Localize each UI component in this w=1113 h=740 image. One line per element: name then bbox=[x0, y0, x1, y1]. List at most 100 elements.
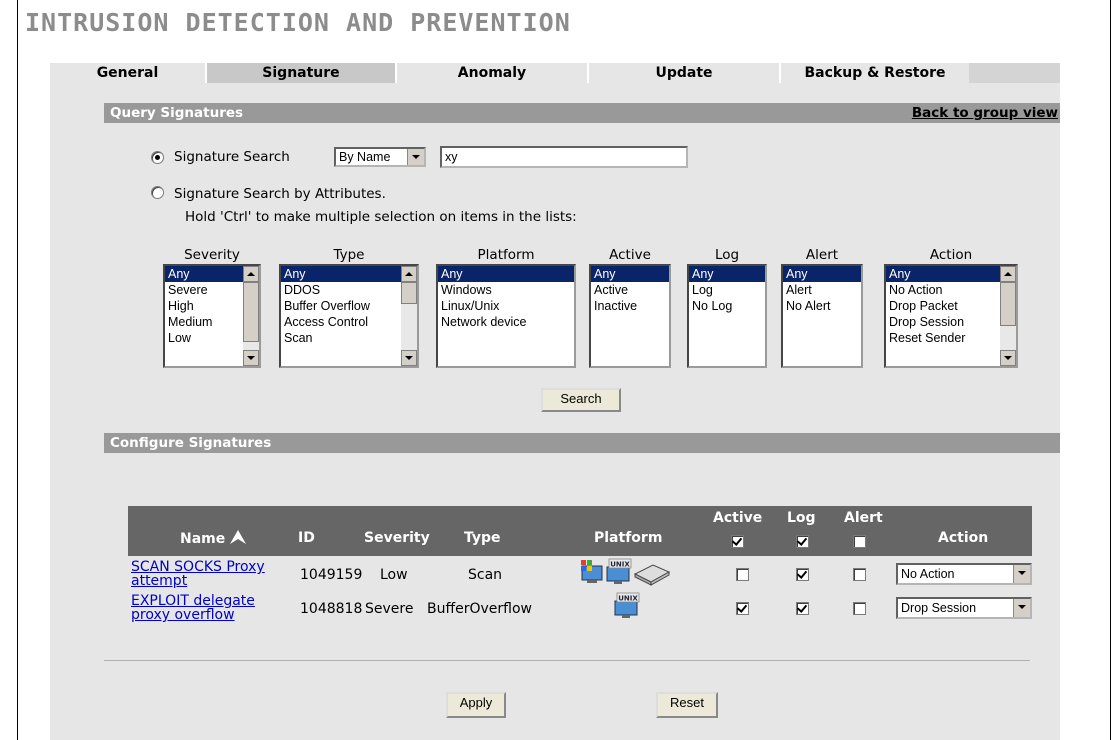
list-option[interactable]: Network device bbox=[438, 314, 574, 330]
scroll-down-icon[interactable] bbox=[1000, 350, 1016, 366]
list-option[interactable]: Any bbox=[783, 266, 861, 282]
list-option[interactable]: Linux/Unix bbox=[438, 298, 574, 314]
column-header-name-label: Name bbox=[180, 531, 226, 547]
alert-checkbox[interactable] bbox=[853, 568, 866, 581]
scrollbar[interactable] bbox=[243, 266, 259, 366]
list-option[interactable]: Reset Sender bbox=[886, 330, 1016, 346]
scrollbar[interactable] bbox=[1000, 266, 1016, 366]
page-title: INTRUSION DETECTION AND PREVENTION bbox=[25, 8, 571, 37]
action-listbox[interactable]: Any No Action Drop Packet Drop Session R… bbox=[884, 264, 1018, 368]
scroll-thumb[interactable] bbox=[401, 282, 417, 304]
log-listbox[interactable]: Any Log No Log bbox=[687, 264, 767, 368]
search-input[interactable]: xy bbox=[440, 146, 688, 168]
log-all-checkbox[interactable] bbox=[796, 535, 809, 548]
list-option[interactable]: No Log bbox=[689, 298, 765, 314]
network-device-icon bbox=[633, 564, 671, 586]
signature-id: 1048818 bbox=[300, 601, 363, 617]
search-mode-select[interactable]: By Name bbox=[334, 147, 426, 167]
action-select[interactable]: No Action bbox=[896, 563, 1032, 585]
tab-general[interactable]: General bbox=[50, 63, 205, 83]
column-header-platform: Platform bbox=[594, 530, 663, 546]
list-option[interactable]: Any bbox=[438, 266, 574, 282]
list-option[interactable]: Active bbox=[591, 282, 669, 298]
list-option[interactable]: Inactive bbox=[591, 298, 669, 314]
column-header-action: Action bbox=[938, 530, 989, 546]
log-checkbox[interactable] bbox=[796, 568, 809, 581]
divider bbox=[104, 660, 1030, 661]
alert-list-header: Alert bbox=[805, 247, 839, 263]
unix-icon: UNIX bbox=[614, 592, 640, 618]
column-header-active: Active bbox=[713, 510, 763, 526]
tab-backup-restore[interactable]: Backup & Restore bbox=[781, 63, 969, 83]
signature-type: BufferOverflow bbox=[427, 601, 532, 617]
action-select[interactable]: Drop Session bbox=[896, 597, 1032, 619]
table-row: SCAN SOCKS Proxy attempt 1049159 Low Sca… bbox=[128, 558, 1032, 590]
search-button[interactable]: Search bbox=[541, 388, 621, 412]
list-option[interactable]: Windows bbox=[438, 282, 574, 298]
list-option[interactable]: Drop Session bbox=[886, 314, 1016, 330]
back-to-group-view-link[interactable]: Back to group view bbox=[912, 103, 1058, 123]
list-option[interactable]: Any bbox=[689, 266, 765, 282]
severity-list-header: Severity bbox=[184, 247, 240, 263]
list-option[interactable]: Alert bbox=[783, 282, 861, 298]
chevron-down-icon[interactable] bbox=[1013, 599, 1030, 617]
list-option[interactable]: Buffer Overflow bbox=[281, 298, 417, 314]
signature-table-header: Name ID Severity Type Platform Active Lo… bbox=[128, 506, 1032, 556]
log-list-header: Log bbox=[714, 247, 740, 263]
active-list-header: Active bbox=[609, 247, 651, 263]
list-option[interactable]: Log bbox=[689, 282, 765, 298]
signature-name-link[interactable]: EXPLOIT delegate proxy overflow bbox=[131, 594, 296, 622]
list-option[interactable]: Any bbox=[591, 266, 669, 282]
unix-icon: UNIX bbox=[606, 558, 632, 584]
signature-name-link[interactable]: SCAN SOCKS Proxy attempt bbox=[131, 560, 296, 588]
tab-update[interactable]: Update bbox=[589, 63, 779, 83]
severity-listbox[interactable]: Any Severe High Medium Low bbox=[163, 264, 261, 368]
type-listbox[interactable]: Any DDOS Buffer Overflow Access Control … bbox=[279, 264, 419, 368]
configure-signatures-header: Configure Signatures bbox=[104, 433, 1060, 453]
attribute-search-radio[interactable] bbox=[151, 186, 164, 199]
frame-border-left bbox=[17, 0, 18, 740]
scroll-thumb[interactable] bbox=[243, 282, 259, 342]
list-option[interactable]: Drop Packet bbox=[886, 298, 1016, 314]
scroll-down-icon[interactable] bbox=[401, 350, 417, 366]
scroll-up-icon[interactable] bbox=[401, 266, 417, 282]
list-option[interactable]: No Alert bbox=[783, 298, 861, 314]
signature-search-radio[interactable] bbox=[151, 151, 164, 164]
scroll-down-icon[interactable] bbox=[243, 350, 259, 366]
tab-signature[interactable]: Signature bbox=[207, 63, 395, 83]
reset-button[interactable]: Reset bbox=[656, 692, 718, 718]
list-option[interactable]: No Action bbox=[886, 282, 1016, 298]
active-checkbox[interactable] bbox=[736, 568, 749, 581]
alert-all-checkbox[interactable] bbox=[853, 535, 866, 548]
log-checkbox[interactable] bbox=[796, 602, 809, 615]
active-checkbox[interactable] bbox=[736, 602, 749, 615]
alert-checkbox[interactable] bbox=[853, 602, 866, 615]
list-option[interactable]: Scan bbox=[281, 330, 417, 346]
column-header-log: Log bbox=[787, 510, 816, 526]
list-option[interactable]: Any bbox=[886, 266, 1016, 282]
column-header-name[interactable]: Name bbox=[180, 530, 247, 547]
chevron-down-icon[interactable] bbox=[407, 149, 424, 165]
query-signatures-header: Query Signatures Back to group view bbox=[104, 103, 1060, 123]
scroll-thumb[interactable] bbox=[1000, 282, 1016, 326]
attribute-search-label: Signature Search by Attributes. bbox=[174, 186, 386, 202]
active-listbox[interactable]: Any Active Inactive bbox=[589, 264, 671, 368]
apply-button[interactable]: Apply bbox=[446, 692, 506, 718]
chevron-down-icon[interactable] bbox=[1013, 565, 1030, 583]
platform-list-header: Platform bbox=[477, 247, 535, 263]
section-title: Query Signatures bbox=[110, 105, 244, 121]
alert-listbox[interactable]: Any Alert No Alert bbox=[781, 264, 863, 368]
list-option[interactable]: Any bbox=[281, 266, 417, 282]
scroll-up-icon[interactable] bbox=[1000, 266, 1016, 282]
scroll-up-icon[interactable] bbox=[243, 266, 259, 282]
signature-severity: Low bbox=[380, 567, 408, 583]
active-all-checkbox[interactable] bbox=[731, 535, 744, 548]
platform-listbox[interactable]: Any Windows Linux/Unix Network device bbox=[436, 264, 576, 368]
list-option[interactable]: DDOS bbox=[281, 282, 417, 298]
scrollbar[interactable] bbox=[401, 266, 417, 366]
tab-anomaly[interactable]: Anomaly bbox=[397, 63, 587, 83]
signature-type: Scan bbox=[468, 567, 503, 583]
list-option[interactable]: Access Control bbox=[281, 314, 417, 330]
sort-ascending-icon bbox=[230, 530, 247, 544]
type-list-header: Type bbox=[333, 247, 365, 263]
